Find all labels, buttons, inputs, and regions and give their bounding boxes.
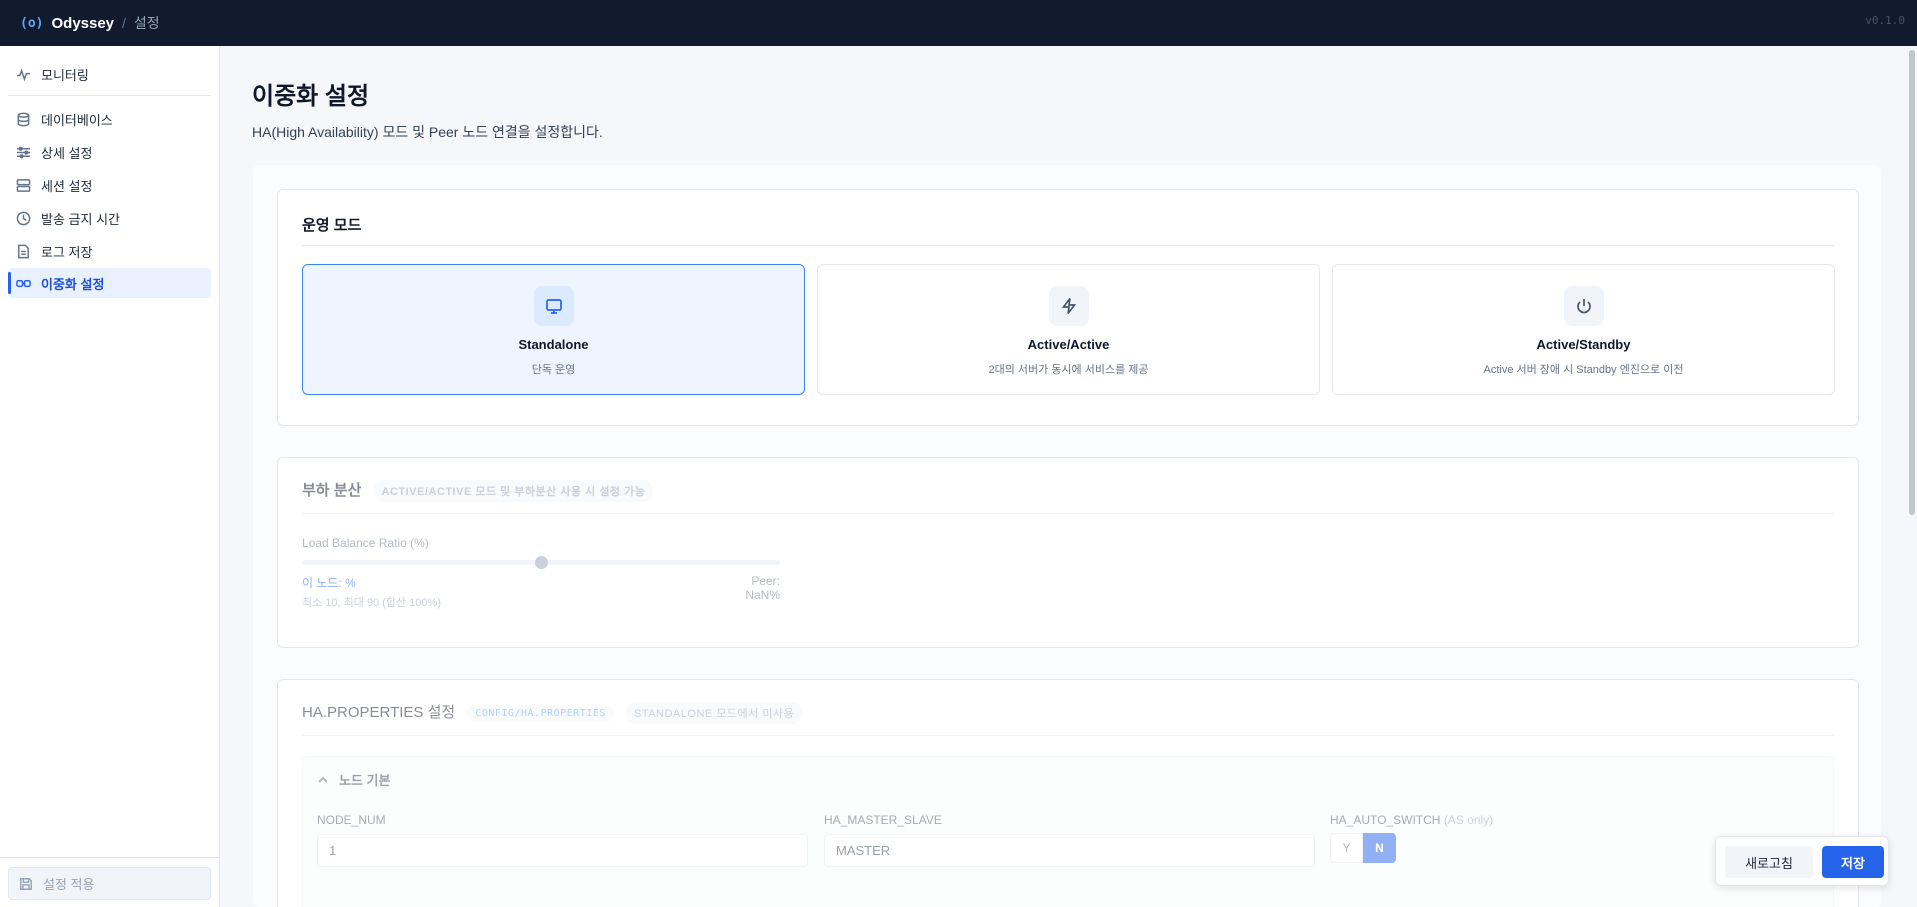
node-basic-toggle[interactable]: 노드 기본 (317, 770, 390, 789)
node-num-input[interactable]: 1 (317, 834, 808, 867)
sidebar-item-redundancy[interactable]: 이중화 설정 (8, 268, 211, 298)
activity-icon (16, 68, 31, 82)
sidebar-item-label: 데이터베이스 (41, 112, 113, 128)
odyssey-logo-icon: (o) (20, 15, 44, 31)
node-basic-section: 노드 기본 NODE_NUM 1 HA_MASTER_SLAVE MASTER … (302, 756, 1834, 907)
mode-option-name: Active/Active (1027, 337, 1110, 352)
page-scrollbar[interactable] (1909, 50, 1915, 515)
ha-properties-card: HA.PROPERTIES 설정 CONFIG/HA.PROPERTIES ST… (277, 679, 1859, 907)
top-bar: (o) Odyssey / 설정 v0.1.0 (0, 0, 1917, 46)
load-balance-ratio-slider[interactable] (302, 556, 780, 569)
auto-switch-toggle: Y N (1330, 833, 1396, 863)
card-divider (302, 245, 1834, 246)
load-balance-title-text: 부하 분산 (302, 482, 362, 499)
main-panel: 운영 모드 Standalone 단독 운영 Active/Active 2대의… (253, 165, 1881, 907)
sidebar-item-database[interactable]: 데이터베이스 (8, 104, 211, 134)
mode-option-name: Standalone (518, 337, 589, 352)
monitor-icon (533, 286, 574, 326)
auto-switch-label-text: HA_AUTO_SWITCH (1330, 813, 1441, 827)
master-slave-label: HA_MASTER_SLAVE (824, 813, 942, 827)
operation-mode-title: 운영 모드 (302, 217, 362, 234)
breadcrumb-current-page: 설정 (133, 15, 160, 31)
mode-option-active-standby[interactable]: Active/Standby Active 서버 장애 시 Standby 엔진… (1332, 264, 1835, 395)
floating-action-bar: 새로고침 저장 (1715, 836, 1889, 886)
page-title: 이중화 설정 (252, 83, 370, 110)
sidebar-item-send-block-time[interactable]: 발송 금지 시간 (8, 203, 211, 233)
load-balance-hint: 최소 10, 최대 90 (합산 100%) (302, 597, 441, 609)
auto-switch-label: HA_AUTO_SWITCH (AS only) (1330, 813, 1493, 827)
operation-mode-card: 운영 모드 Standalone 단독 운영 Active/Active 2대의… (277, 189, 1859, 426)
power-icon (1563, 286, 1604, 326)
page-description: HA(High Availability) 모드 및 Peer 노드 연결을 설… (252, 124, 603, 140)
sidebar-item-log-storage[interactable]: 로그 저장 (8, 236, 211, 266)
auto-switch-yes-button[interactable]: Y (1330, 833, 1363, 863)
sidebar-item-detail-settings[interactable]: 상세 설정 (8, 137, 211, 167)
sidebar-item-label: 발송 금지 시간 (41, 211, 120, 227)
save-icon (20, 877, 32, 890)
database-icon (17, 112, 30, 126)
server-icon (16, 178, 31, 192)
sidebar-item-session-settings[interactable]: 세션 설정 (8, 170, 211, 200)
card-divider (302, 513, 1834, 514)
sidebar-item-label: 이중화 설정 (41, 276, 105, 292)
apply-settings-label: 설정 적용 (43, 877, 95, 892)
sidebar-item-label: 로그 저장 (41, 244, 93, 260)
node-num-label: NODE_NUM (317, 813, 386, 827)
standalone-unused-tag: STANDALONE 모드에서 미사용 (625, 702, 803, 725)
sidebar-item-label: 모니터링 (41, 67, 89, 83)
ha-properties-title: HA.PROPERTIES 설정 CONFIG/HA.PROPERTIES ST… (302, 701, 803, 725)
mode-option-description: Active 서버 장애 시 Standby 엔진으로 이전 (1483, 364, 1684, 376)
mode-option-description: 단독 운영 (531, 364, 576, 376)
peer-ratio: Peer: NaN% (745, 574, 780, 602)
link-icon (16, 279, 31, 287)
load-balance-ratio-label: Load Balance Ratio (%) (302, 536, 429, 550)
sidebar-footer: 설정 적용 (0, 857, 219, 907)
node-basic-title: 노드 기본 (339, 773, 391, 788)
ha-properties-title-text: HA.PROPERTIES 설정 (302, 704, 456, 721)
load-balance-card: 부하 분산 ACTIVE/ACTIVE 모드 및 부하분산 사용 시 설정 가능… (277, 457, 1859, 648)
mode-option-active-active[interactable]: Active/Active 2대의 서버가 동시에 서비스를 제공 (817, 264, 1320, 395)
load-balance-title: 부하 분산 ACTIVE/ACTIVE 모드 및 부하분산 사용 시 설정 가능 (302, 479, 654, 503)
auto-switch-no-button[interactable]: N (1363, 833, 1396, 863)
sliders-icon (16, 146, 31, 158)
sidebar-divider (8, 95, 211, 96)
version-label: v0.1.0 (1865, 14, 1905, 27)
clock-icon (16, 211, 31, 225)
chevron-up-icon (318, 776, 328, 783)
refresh-button[interactable]: 새로고침 (1725, 846, 1813, 878)
file-icon (18, 244, 29, 258)
mode-option-standalone[interactable]: Standalone 단독 운영 (302, 264, 805, 395)
master-slave-input[interactable]: MASTER (824, 834, 1315, 867)
sidebar-item-label: 세션 설정 (41, 178, 93, 194)
mode-option-name: Active/Standby (1536, 337, 1631, 352)
lightning-icon (1048, 286, 1089, 326)
load-balance-availability-tag: ACTIVE/ACTIVE 모드 및 부하분산 사용 시 설정 가능 (373, 480, 654, 503)
sidebar-item-label: 상세 설정 (41, 145, 93, 161)
apply-settings-button[interactable]: 설정 적용 (8, 867, 211, 900)
app-name[interactable]: Odyssey (51, 15, 114, 32)
card-divider (302, 735, 1834, 736)
breadcrumb-separator: / (122, 15, 126, 31)
this-node-ratio: 이 노드: % (302, 576, 356, 590)
sidebar: 모니터링 데이터베이스 상세 설정 세션 설정 발송 금지 시간 로그 저장 이… (0, 46, 220, 907)
save-button[interactable]: 저장 (1822, 846, 1884, 878)
mode-option-description: 2대의 서버가 동시에 서비스를 제공 (988, 364, 1149, 376)
slider-handle[interactable] (535, 556, 548, 569)
sidebar-item-monitoring[interactable]: 모니터링 (8, 59, 211, 89)
auto-switch-note: (AS only) (1443, 813, 1494, 827)
config-path-tag: CONFIG/HA.PROPERTIES (467, 704, 614, 722)
